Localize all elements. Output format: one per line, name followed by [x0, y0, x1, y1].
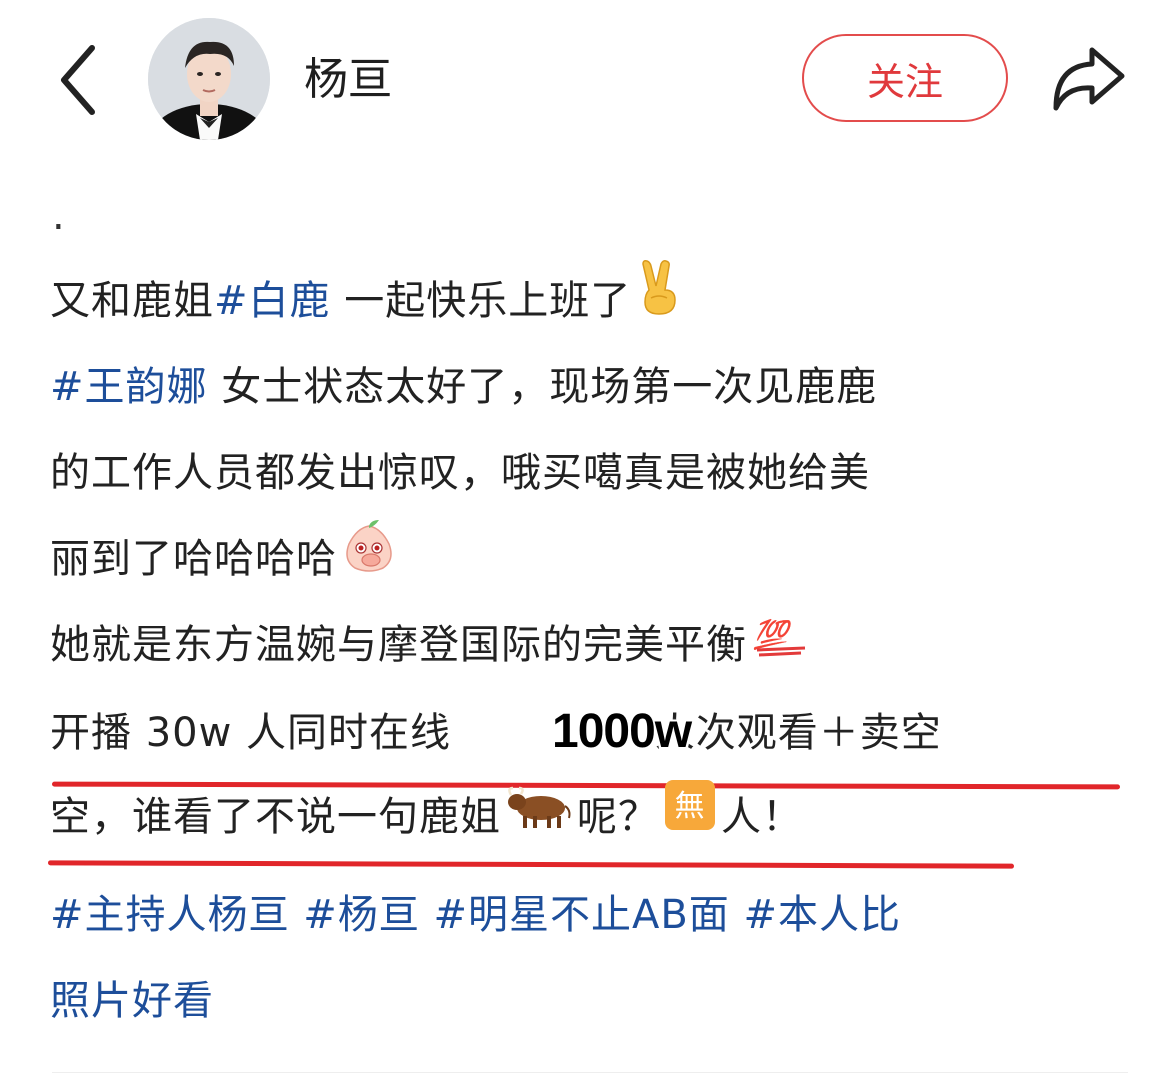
post-text: 女士状态太好了，现场第一次见鹿鹿 [207, 364, 878, 410]
post-line-3: 的工作人员都发出惊叹，哦买噶真是被她给美 [50, 430, 870, 516]
avatar[interactable] [148, 18, 270, 140]
post-line-8: #主持人杨亘 #杨亘 #明星不止AB面 #本人比 [50, 872, 901, 958]
post-line-2: #王韵娜 女士状态太好了，现场第一次见鹿鹿 [50, 344, 877, 430]
victory-hand-emoji [635, 260, 683, 346]
hashtag-yanggen[interactable]: #杨亘 [303, 892, 420, 938]
leading-dot: . [52, 193, 65, 239]
hashtag-star-ab[interactable]: #明星不止AB面 [433, 892, 729, 938]
post-text: 一起快乐上班了 [330, 278, 632, 324]
post-line-6: 开播 30w 人同时在线 人次观看＋卖空 [50, 690, 942, 776]
hashtag-host[interactable]: #主持人杨亘 [50, 892, 290, 938]
follow-button[interactable]: 关注 [802, 34, 1008, 122]
back-arrow-icon[interactable] [52, 40, 108, 120]
post-line-5: 她就是东方温婉与摩登国际的完美平衡 💯 [50, 602, 815, 688]
hashtag-real-vs-photo[interactable]: #本人比 [744, 892, 902, 938]
username[interactable]: 杨亘 [304, 52, 392, 108]
post-line-4: 丽到了哈哈哈哈 [50, 516, 401, 602]
top-bar: 杨亘 关注 [0, 0, 1168, 160]
ox-emoji [505, 776, 573, 862]
overlay-1000w-text: 1000w [552, 705, 692, 758]
post-text: 她就是东方温婉与摩登国际的完美平衡 [50, 622, 747, 668]
post-text: 呢？ [577, 794, 659, 840]
hundred-text: 💯 [753, 618, 794, 651]
post-line-7: 空，谁看了不说一句鹿姐 呢？ 無 人！ [50, 774, 803, 860]
post-line-9: 照片好看 [50, 958, 214, 1044]
red-underline [47, 860, 1015, 869]
share-icon[interactable] [1048, 42, 1128, 114]
post-line-1: 又和鹿姐#白鹿 一起快乐上班了 [50, 258, 687, 344]
divider [52, 1072, 1128, 1073]
hundred-points-emoji: 💯 [751, 604, 811, 690]
post-text: 开播 30w 人同时在线 [50, 710, 465, 756]
post-text: 人次观看＋卖空 [654, 710, 942, 756]
wu-char-emoji: 無 [663, 776, 717, 862]
hashtag-wangyunna[interactable]: #王韵娜 [50, 364, 208, 410]
post-text: 人！ [721, 794, 803, 840]
post-text: 空，谁看了不说一句鹿姐 [50, 794, 501, 840]
peach-face-emoji [341, 518, 397, 604]
wu-char: 無 [675, 789, 706, 824]
post-text: 又和鹿姐 [50, 278, 214, 324]
post-text: 丽到了哈哈哈哈 [50, 536, 337, 582]
hashtag-bailu[interactable]: #白鹿 [214, 278, 331, 324]
post-text: 的工作人员都发出惊叹，哦买噶真是被她给美 [50, 450, 870, 496]
hashtag-real-vs-photo-cont[interactable]: 照片好看 [50, 978, 214, 1024]
